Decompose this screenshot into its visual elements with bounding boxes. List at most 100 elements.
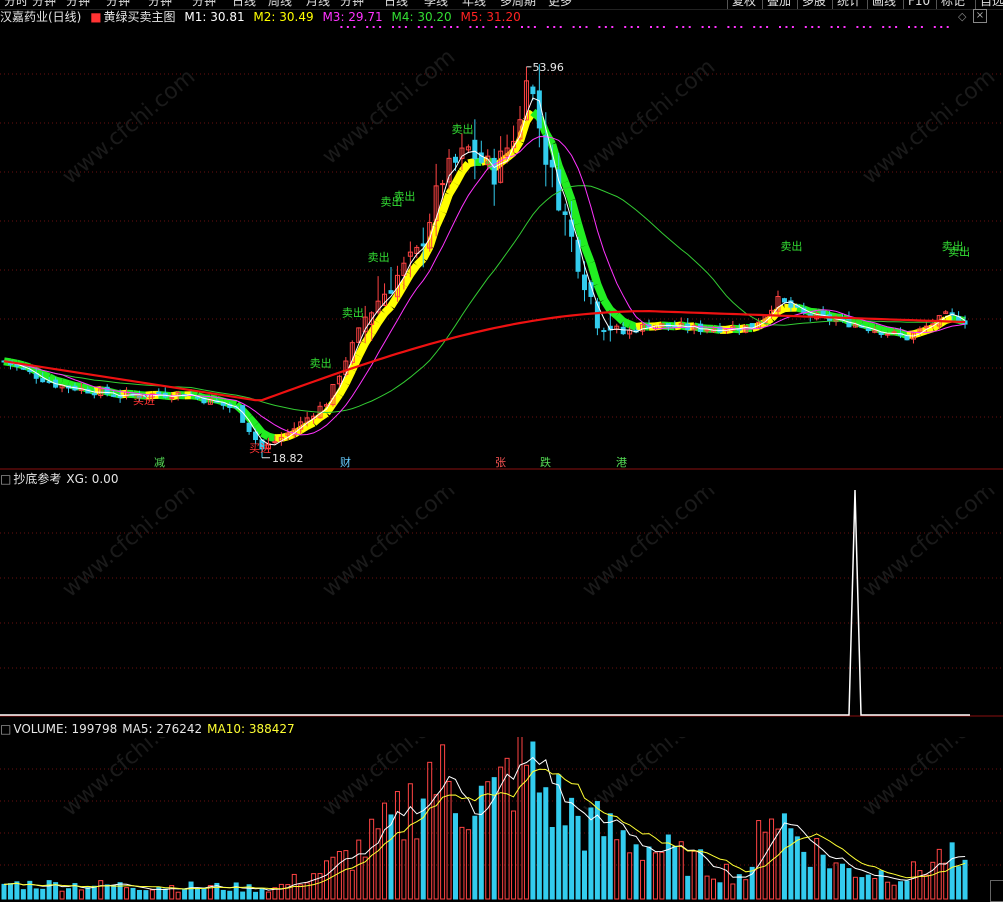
volume-bar — [570, 798, 574, 899]
signal-dot — [495, 26, 497, 28]
candle-body — [892, 332, 896, 333]
period-tab-7[interactable]: 周线 — [268, 0, 292, 8]
period-tab-4[interactable]: 分钟 — [148, 0, 172, 8]
period-tab-14[interactable]: 更多 — [548, 0, 572, 8]
volume-bar — [395, 792, 399, 899]
chart-scroll-diamond-icon[interactable]: ◇ — [958, 10, 966, 23]
low-price-label: 18.82 — [272, 452, 304, 465]
volume-bar — [808, 867, 812, 899]
signal-dot — [914, 26, 916, 28]
volume-bar — [60, 891, 64, 899]
tool-button-6[interactable]: 标记 — [936, 0, 969, 9]
volume-bar — [363, 857, 367, 899]
candle-body — [92, 393, 96, 394]
tool-button-5[interactable]: F10 — [903, 0, 934, 9]
volume-bar — [479, 786, 483, 899]
volume-bar — [228, 891, 232, 899]
tool-button-1[interactable]: 叠加 — [762, 0, 795, 9]
volume-bar — [737, 875, 741, 899]
volume-chart[interactable]: www.cfchi.comwww.cfchi.comwww.cfchi.comw… — [0, 737, 1003, 901]
sell-signal-label: 卖出 — [342, 306, 364, 320]
volume-bar — [8, 884, 12, 899]
tool-button-3[interactable]: 统计 — [832, 0, 865, 9]
volume-bar — [15, 882, 19, 899]
candle-body — [563, 212, 567, 215]
collapse-icon[interactable]: □ — [0, 472, 11, 486]
period-tab-10[interactable]: 日线 — [384, 0, 408, 8]
volume-bar — [67, 889, 71, 899]
period-tab-6[interactable]: 日线 — [232, 0, 256, 8]
main-chart-header: 汉嘉药业(日线) ■黄绿买卖主图 M1: 30.81 M2: 30.49 M3:… — [0, 9, 526, 25]
period-tab-13[interactable]: 多周期 — [500, 0, 536, 8]
period-tab-3[interactable]: 分钟 — [106, 0, 130, 8]
volume-bar — [150, 890, 154, 899]
period-tab-2[interactable]: 分钟 — [66, 0, 90, 8]
volume-bar — [583, 851, 587, 899]
indicator-title[interactable]: 抄底参考 — [13, 472, 61, 486]
volume-bar — [312, 874, 316, 899]
signal-dot — [444, 26, 446, 28]
signal-dot — [431, 26, 433, 28]
volume-bar — [782, 814, 786, 899]
band-segment — [385, 306, 391, 313]
event-marker: 减 — [154, 456, 165, 469]
volume-bar — [105, 885, 109, 899]
band-segment — [262, 433, 268, 437]
tool-button-7[interactable]: 自选 — [975, 0, 1003, 9]
collapse-icon[interactable]: □ — [0, 722, 11, 736]
band-segment — [372, 322, 378, 333]
watermark-text: www.cfchi.com — [858, 488, 1000, 603]
signal-dot — [689, 26, 691, 28]
candle-body — [196, 397, 200, 398]
volume-bar — [705, 876, 709, 899]
band-segment — [946, 318, 952, 320]
chart-close-icon[interactable]: × — [973, 9, 987, 23]
volume-bar — [621, 831, 625, 899]
tool-button-0[interactable]: 复权 — [727, 0, 760, 9]
volume-bar — [505, 758, 509, 899]
volume-bar — [137, 890, 141, 899]
signal-dot — [476, 26, 478, 28]
volume-bar — [86, 888, 90, 899]
band-segment — [617, 315, 623, 321]
period-tab-5[interactable]: 分钟 — [192, 0, 216, 8]
stock-name[interactable]: 汉嘉药业(日线) — [0, 10, 81, 24]
band-segment — [339, 383, 345, 394]
volume-bar — [821, 855, 825, 899]
candle-body — [247, 423, 251, 431]
volume-bar — [331, 857, 335, 899]
band-segment — [268, 437, 274, 439]
signal-dot — [573, 26, 575, 28]
volume-bar — [615, 840, 619, 899]
volume-bar — [279, 884, 283, 899]
signal-dot — [560, 26, 562, 28]
watermark-text: www.cfchi.com — [858, 737, 1000, 822]
volume-bar — [731, 884, 735, 899]
period-tab-12[interactable]: 年线 — [462, 0, 486, 8]
indicator-name[interactable]: 黄绿买卖主图 — [104, 10, 176, 24]
volume-bar — [795, 837, 799, 899]
main-candlestick-chart[interactable]: www.cfchi.comwww.cfchi.comwww.cfchi.comw… — [0, 25, 1003, 470]
volume-bar — [899, 882, 903, 899]
period-tab-11[interactable]: 季线 — [424, 0, 448, 8]
volume-bar — [131, 888, 135, 899]
ma3-line — [4, 137, 965, 435]
volume-bar — [183, 890, 187, 899]
candle-body — [544, 136, 548, 165]
signal-dot — [373, 26, 375, 28]
signal-dot — [760, 26, 762, 28]
signal-dot — [811, 26, 813, 28]
tool-button-2[interactable]: 多股 — [797, 0, 830, 9]
volume-bar — [628, 853, 632, 899]
tool-button-4[interactable]: 画线 — [867, 0, 900, 9]
indicator-chart[interactable]: www.cfchi.comwww.cfchi.comwww.cfchi.comw… — [0, 488, 1003, 718]
volume-scroll-handle[interactable] — [990, 880, 1003, 902]
period-tab-1[interactable]: 分钟 — [32, 0, 56, 8]
volume-bar — [957, 867, 961, 899]
volume-value[interactable]: VOLUME: 199798 — [13, 722, 117, 736]
period-tab-8[interactable]: 月线 — [306, 0, 330, 8]
band-segment — [591, 263, 597, 285]
period-tab-9[interactable]: 分钟 — [340, 0, 364, 8]
volume-bar — [841, 864, 845, 899]
period-tab-0[interactable]: 分时 — [4, 0, 28, 8]
